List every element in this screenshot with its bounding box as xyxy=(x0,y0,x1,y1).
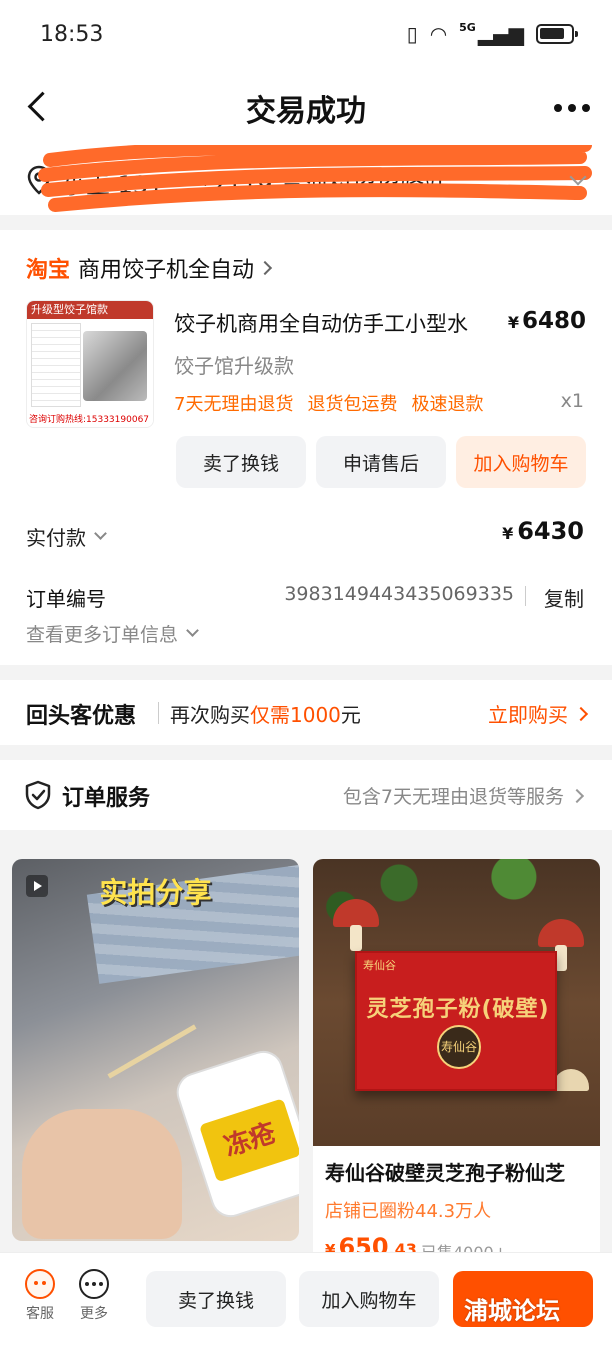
address-card[interactable]: 小王 131****2119 三河村招招驿站 xyxy=(0,145,612,215)
add-to-cart-button[interactable]: 加入购物车 xyxy=(456,436,586,488)
copy-button[interactable]: 复制 xyxy=(544,583,584,612)
status-time: 18:53 xyxy=(40,22,104,47)
taobao-logo: 淘宝 xyxy=(26,258,71,283)
status-bar: 18:53 ▯ ◠ 5G ▂▄▆ xyxy=(0,0,612,70)
vibrate-icon: ▯ xyxy=(406,22,418,46)
customer-service-icon xyxy=(25,1269,55,1299)
wifi-icon: ◠ xyxy=(429,22,448,46)
nav-bar: 交易成功 xyxy=(0,70,612,145)
paid-amount: ¥6430 xyxy=(502,517,584,545)
order-actions: 卖了换钱 申请售后 加入购物车 xyxy=(176,436,586,488)
video-card[interactable]: 冻疮 实拍分享 xyxy=(12,859,299,1241)
product-image-banner: 升级型饺子馆款 xyxy=(27,301,153,319)
order-services[interactable]: 订单服务 包含7天无理由退货等服务 xyxy=(0,760,612,830)
order-number: 3983149443435069335 xyxy=(284,583,514,605)
more-button[interactable]: 更多 xyxy=(74,1269,114,1323)
product-image[interactable]: 升级型饺子馆款 咨询订购热线:15333190067 xyxy=(26,300,154,428)
forum-watermark: 浦城论坛 xyxy=(464,1297,560,1325)
product-card[interactable]: 寿仙谷 灵芝孢子粉(破壁) 寿仙谷 寿仙谷破壁灵芝孢子粉仙芝 店铺已圈粉44.3… xyxy=(313,859,600,1265)
bottom-action-bar: 客服 更多 卖了换钱 加入购物车 浦城论坛 xyxy=(0,1252,612,1350)
goods-title: 寿仙谷破壁灵芝孢子粉仙芝 xyxy=(325,1161,565,1185)
chevron-down-icon xyxy=(186,624,199,637)
customer-service-label: 客服 xyxy=(26,1306,54,1322)
product-price: ¥6480 xyxy=(507,308,586,334)
shop-fans: 店铺已圈粉44.3万人 xyxy=(325,1201,492,1222)
product-image-hotline: 咨询订购热线:15333190067 xyxy=(27,413,153,427)
product-quantity: x1 xyxy=(560,390,584,412)
divider xyxy=(158,702,159,724)
chevron-right-icon xyxy=(257,260,273,276)
order-services-title: 订单服务 xyxy=(62,786,151,811)
divider xyxy=(525,586,526,606)
more-order-info-toggle[interactable]: 查看更多订单信息 xyxy=(26,620,199,647)
more-icon xyxy=(79,1269,109,1299)
shop-link[interactable]: 淘宝 商用饺子机全自动 xyxy=(26,252,273,284)
service-tag: 极速退款 xyxy=(411,394,484,415)
service-tags: 7天无理由退货 退货包运费 极速退款 xyxy=(174,390,483,416)
box-title: 灵芝孢子粉(破壁) xyxy=(366,997,550,1022)
returning-customer-promo: 回头客优惠 再次购买仅需1000元 立即购买 xyxy=(0,680,612,745)
status-icons: ▯ ◠ 5G ▂▄▆ xyxy=(406,20,578,46)
signal-icon: ▂▄▆ xyxy=(477,22,524,46)
product-sku: 饺子馆升级款 xyxy=(174,354,294,378)
order-number-label: 订单编号 xyxy=(26,587,106,611)
service-tag: 7天无理由退货 xyxy=(174,394,294,415)
more-order-info-label: 查看更多订单信息 xyxy=(26,624,179,646)
add-to-cart-button[interactable]: 加入购物车 xyxy=(299,1271,439,1327)
mushroom-stem xyxy=(350,925,362,951)
sell-button[interactable]: 卖了换钱 xyxy=(176,436,306,488)
box-brand: 寿仙谷 xyxy=(363,959,396,972)
customer-service-button[interactable]: 客服 xyxy=(20,1269,60,1323)
promo-text: 再次购买仅需1000元 xyxy=(170,703,361,727)
chevron-right-icon xyxy=(569,788,585,803)
after-sale-button[interactable]: 申请售后 xyxy=(316,436,446,488)
recommendation-feed: 冻疮 实拍分享 寿仙谷 灵芝孢子粉(破壁) 寿仙谷 寿仙谷破壁灵芝孢子粉仙芝 店… xyxy=(0,845,612,1265)
sell-button[interactable]: 卖了换钱 xyxy=(146,1271,286,1327)
chevron-down-icon xyxy=(94,527,107,540)
share-overlay-text: 实拍分享 xyxy=(99,876,212,909)
more-label: 更多 xyxy=(80,1306,108,1322)
product-box-graphic: 寿仙谷 灵芝孢子粉(破壁) 寿仙谷 xyxy=(355,951,557,1091)
buy-now-link[interactable]: 立即购买 xyxy=(488,699,589,728)
redaction-scribble xyxy=(38,145,592,212)
network-type: 5G xyxy=(459,20,476,34)
hand-graphic xyxy=(22,1109,182,1239)
shop-name: 商用饺子机全自动 xyxy=(78,258,255,283)
battery-icon xyxy=(536,24,578,44)
product-title[interactable]: 饺子机商用全自动仿手工小型水 xyxy=(174,308,504,338)
order-services-desc: 包含7天无理由退货等服务 xyxy=(343,782,585,809)
page-title: 交易成功 xyxy=(246,94,366,129)
mushroom-graphic xyxy=(553,1069,589,1091)
order-card: 淘宝 商用饺子机全自动 升级型饺子馆款 咨询订购热线:15333190067 饺… xyxy=(0,230,612,665)
more-options-icon[interactable] xyxy=(554,90,590,112)
bottle-label: 冻疮 xyxy=(198,1098,299,1183)
shield-check-icon xyxy=(25,780,51,810)
paid-label: 实付款 xyxy=(26,526,86,550)
brand-seal: 寿仙谷 xyxy=(437,1025,481,1069)
service-tag: 退货包运费 xyxy=(307,394,398,415)
mushroom-graphic xyxy=(538,919,584,947)
promo-title: 回头客优惠 xyxy=(26,704,137,729)
chevron-right-icon xyxy=(573,706,589,721)
product-machine xyxy=(83,331,147,401)
cotton-swab-graphic xyxy=(107,1024,197,1079)
bottle-graphic: 冻疮 xyxy=(171,1045,299,1223)
play-icon xyxy=(26,875,48,897)
product-spec-table xyxy=(31,323,81,407)
product-card-image: 寿仙谷 灵芝孢子粉(破壁) 寿仙谷 xyxy=(313,859,600,1146)
paid-amount-toggle[interactable]: 实付款 xyxy=(26,522,107,551)
